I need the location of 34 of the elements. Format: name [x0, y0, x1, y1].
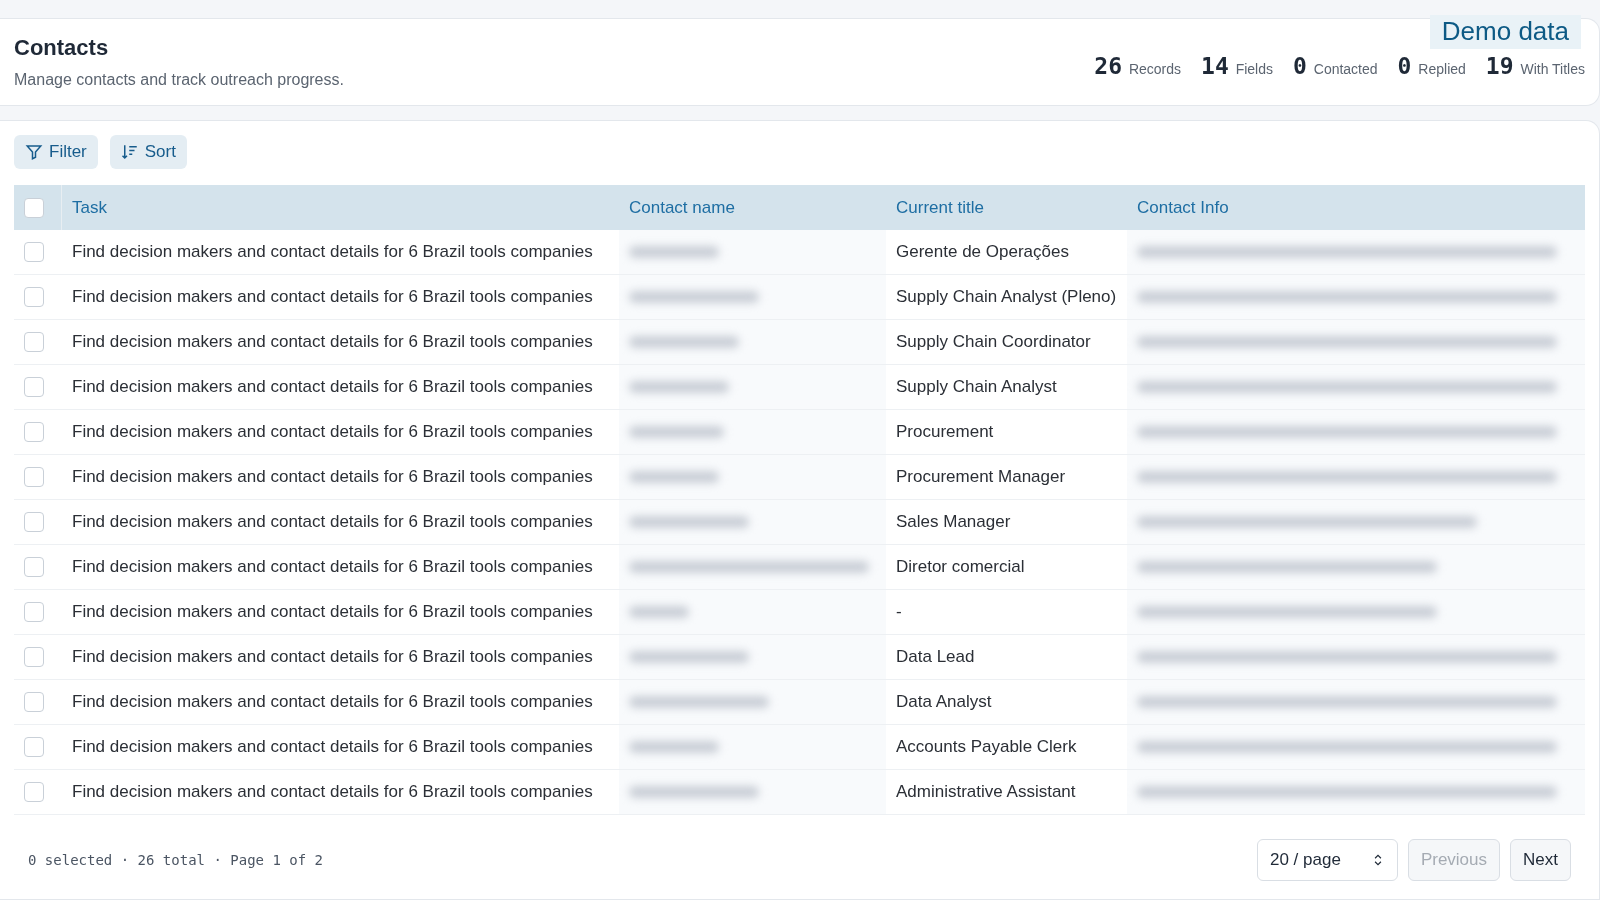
- column-header[interactable]: Contact Info: [1127, 185, 1585, 230]
- column-header[interactable]: Task: [62, 185, 619, 230]
- stat: 26 Records: [1094, 53, 1182, 79]
- blurred-text: [629, 606, 689, 618]
- row-checkbox[interactable]: [24, 422, 44, 442]
- demo-badge: Demo data: [1429, 15, 1581, 49]
- sort-button[interactable]: Sort: [109, 135, 187, 169]
- page-title: Contacts: [14, 35, 110, 61]
- filter-icon: [25, 143, 43, 161]
- filter-button[interactable]: Filter: [14, 135, 98, 169]
- page-subtitle: Manage contacts and track outreach progress.: [14, 71, 344, 89]
- row-checkbox[interactable]: [24, 287, 44, 307]
- sort-icon: [120, 143, 139, 161]
- stat: 14 Fields: [1201, 53, 1273, 79]
- row-checkbox[interactable]: [24, 692, 44, 712]
- stat: 0 Replied: [1397, 53, 1466, 79]
- stat: 0 Contacted: [1293, 53, 1378, 79]
- select-all-checkbox[interactable]: [24, 197, 44, 218]
- row-checkbox[interactable]: [24, 737, 44, 757]
- row-checkbox[interactable]: [24, 467, 44, 487]
- row-checkbox[interactable]: [24, 647, 44, 667]
- row-checkbox[interactable]: [24, 242, 44, 262]
- row-checkbox[interactable]: [24, 377, 44, 397]
- stat: 19 With Titles: [1485, 53, 1585, 79]
- page-size-select[interactable]: 20 / page: [1257, 839, 1398, 881]
- row-checkbox[interactable]: [24, 557, 44, 577]
- column-header[interactable]: Current title: [886, 185, 1127, 230]
- row-checkbox[interactable]: [24, 782, 44, 802]
- selection-summary: 0 selected · 26 total · Page 1 of 2: [28, 852, 323, 868]
- row-checkbox[interactable]: [24, 332, 44, 352]
- row-checkbox[interactable]: [24, 512, 44, 532]
- row-checkbox[interactable]: [24, 602, 44, 622]
- next-button[interactable]: Next: [1510, 839, 1571, 881]
- column-header[interactable]: Contact name: [619, 185, 886, 230]
